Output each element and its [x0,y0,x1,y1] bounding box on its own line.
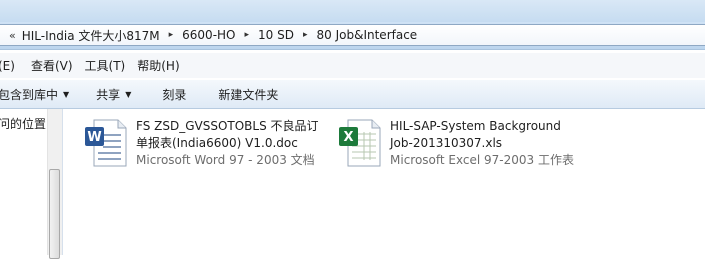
file-meta-excel: HIL-SAP-System Background Job-201310307.… [390,118,574,169]
file-meta-word: FS ZSD_GVSSOTOBLS 不良品订 单报表(India6600) V1… [136,118,319,169]
include-in-library-button[interactable]: 包含到库中 ▼ [0,86,69,103]
word-document-icon: W [84,118,128,168]
file-type: Microsoft Excel 97-2003 工作表 [390,153,574,167]
breadcrumb-overflow-icon[interactable]: « [9,29,16,42]
breadcrumb[interactable]: « HIL-India 文件大小817M ▸ 6600-HO ▸ 10 SD ▸… [0,24,705,46]
svg-text:W: W [87,130,101,145]
breadcrumb-item-6600-ho[interactable]: 6600-HO [182,28,235,42]
breadcrumb-separator-icon[interactable]: ▸ [245,30,250,40]
breadcrumb-item-10-sd[interactable]: 10 SD [258,28,294,42]
breadcrumb-item-80-job-interface[interactable]: 80 Job&Interface [317,28,418,42]
breadcrumb-separator-icon[interactable]: ▸ [169,30,174,40]
new-folder-button[interactable]: 新建文件夹 [218,86,278,103]
chevron-down-icon: ▼ [125,89,132,99]
file-item-word[interactable]: W FS ZSD_GVSSOTOBLS 不良品订 单报表(India6600) … [84,118,319,169]
share-label: 共享 [96,87,121,102]
burn-label: 刻录 [162,87,187,102]
breadcrumb-separator-icon[interactable]: ▸ [303,30,308,40]
address-bar: « HIL-India 文件大小817M ▸ 6600-HO ▸ 10 SD ▸… [0,22,705,50]
file-name-line2: Job-201310307.xls [390,136,503,150]
nav-scrollbar[interactable] [47,109,62,259]
include-in-library-label: 包含到库中 [0,87,59,102]
nav-item-label[interactable]: 问的位置 [0,115,46,132]
new-folder-label: 新建文件夹 [218,87,279,102]
chevron-down-icon: ▼ [63,89,70,99]
menu-help[interactable]: 帮助(H) [137,57,179,74]
file-item-excel[interactable]: X HIL-SAP-System Background Job-20131030… [338,118,574,169]
menu-tools[interactable]: 工具(T) [85,57,126,74]
menu-bar: (E) 查看(V) 工具(T) 帮助(H) [0,53,705,78]
file-name-line1: FS ZSD_GVSSOTOBLS 不良品订 [136,119,319,133]
window-title-bar [0,0,705,22]
share-button[interactable]: 共享 ▼ [96,86,131,103]
navigation-pane: 问的位置 [0,109,63,259]
file-name-line2: 单报表(India6600) V1.0.doc [136,136,298,150]
burn-button[interactable]: 刻录 [162,86,186,103]
file-name-line1: HIL-SAP-System Background [390,119,561,133]
menu-view[interactable]: 查看(V) [31,57,73,74]
breadcrumb-item-hil-india[interactable]: HIL-India 文件大小817M [22,27,160,44]
command-bar: 包含到库中 ▼ 共享 ▼ 刻录 新建文件夹 [0,80,705,109]
svg-text:X: X [343,130,353,145]
menu-edit[interactable]: (E) [0,59,15,73]
excel-worksheet-icon: X [338,118,382,168]
file-type: Microsoft Word 97 - 2003 文档 [136,153,315,167]
scrollbar-thumb[interactable] [49,169,60,259]
